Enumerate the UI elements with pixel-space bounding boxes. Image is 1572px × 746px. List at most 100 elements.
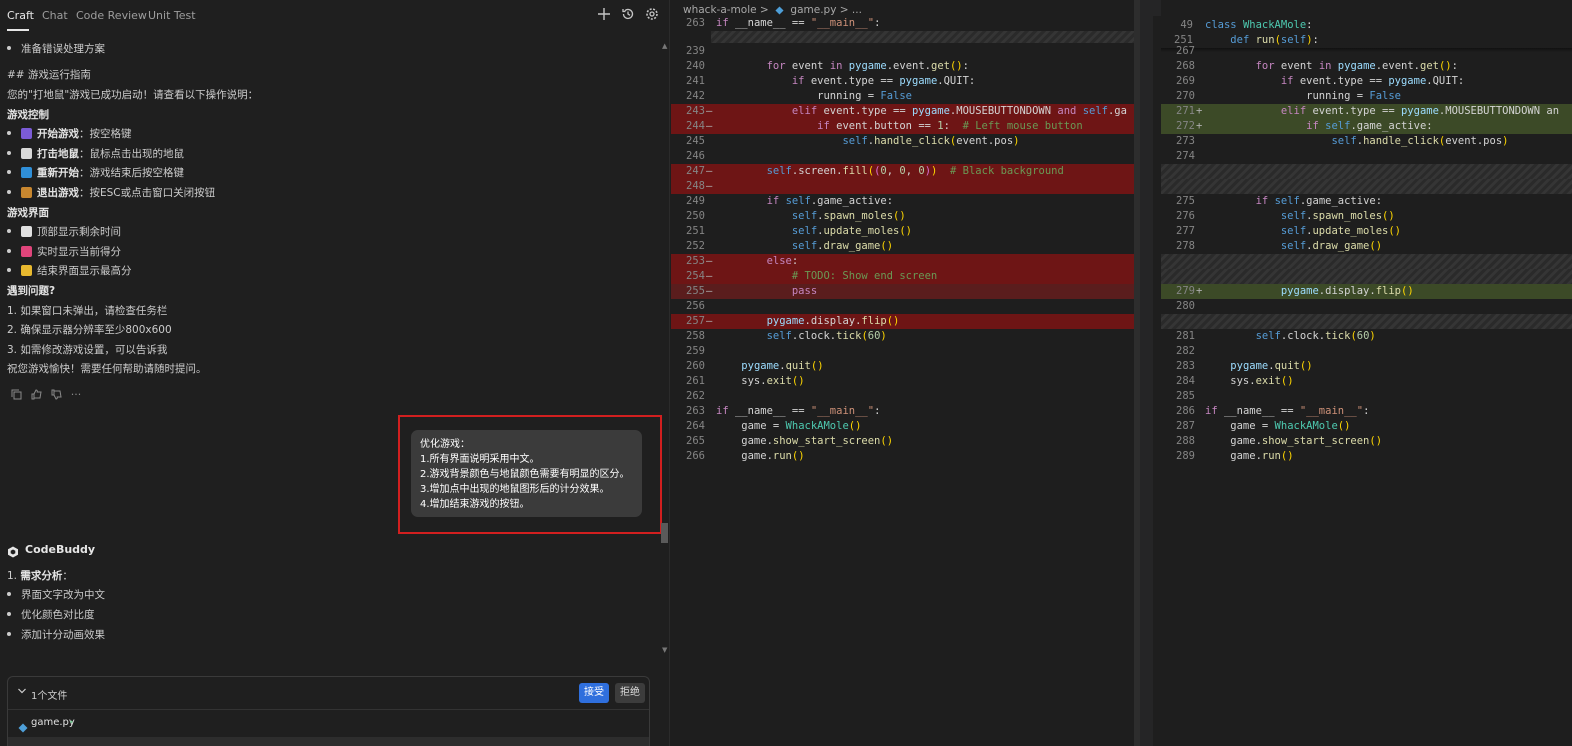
code-line[interactable]: 283 pygame.quit() (1161, 359, 1572, 374)
code-line[interactable]: 284 sys.exit() (1161, 374, 1572, 389)
code-line[interactable]: 259 (671, 344, 1134, 359)
code-line[interactable]: 251 self.update_moles() (671, 224, 1134, 239)
user-message-line: 4.增加结束游戏的按钮。 (420, 499, 530, 510)
diff-spacer[interactable] (1161, 254, 1572, 269)
tab-craft[interactable]: Craft (7, 9, 34, 22)
diff-spacer[interactable] (1161, 314, 1572, 329)
code-line[interactable]: 280 (1161, 299, 1572, 314)
thumbs-down-icon[interactable] (50, 389, 62, 401)
breadcrumb-folder[interactable]: whack-a-mole (683, 4, 757, 16)
bullet-dot (7, 632, 11, 636)
code-line[interactable]: 272 + if self.game_active: (1161, 119, 1572, 134)
code-line[interactable]: 278 self.draw_game() (1161, 239, 1572, 254)
breadcrumb-tail[interactable]: > ... (840, 4, 862, 16)
code-text: self.screen.fill((0, 0, 0)) # Black back… (766, 165, 1064, 177)
line-number: 243 (686, 105, 705, 117)
history-icon[interactable] (620, 7, 636, 23)
copy-icon[interactable] (10, 389, 22, 401)
code-line[interactable]: 268 for event in pygame.event.get(): (1161, 59, 1572, 74)
list-item-text: 界面文字改为中文 (21, 589, 105, 601)
diff-editor-modified[interactable]: 49 class WhackAMole: 251 def run(self): 267… (1161, 0, 1572, 746)
scroll-up-arrow[interactable]: ▲ (662, 42, 668, 50)
tab-unit-test[interactable]: Unit Test (148, 9, 196, 22)
code-line[interactable]: 265 game.show_start_screen() (671, 434, 1134, 449)
code-line[interactable]: 266 game.run() (671, 449, 1134, 464)
code-line[interactable]: 279 + pygame.display.flip() (1161, 284, 1572, 299)
diff-spacer[interactable] (1161, 179, 1572, 194)
diff-spacer[interactable] (1161, 269, 1572, 284)
code-line[interactable]: 286 if __name__ == "__main__": (1161, 404, 1572, 419)
code-line[interactable]: 263 if __name__ == "__main__": (671, 404, 1134, 419)
code-line[interactable]: 274 (1161, 149, 1572, 164)
code-line[interactable]: 246 (671, 149, 1134, 164)
bullet-dot (7, 249, 11, 253)
code-line[interactable]: 255— pass (671, 284, 1134, 299)
code-line[interactable]: 275 if self.game_active: (1161, 194, 1572, 209)
breadcrumb-file[interactable]: game.py (790, 4, 836, 16)
code-line[interactable]: 243— elif event.type == pygame.MOUSEBUTT… (671, 104, 1134, 119)
files-panel-header[interactable]: 1个文件 接受 拒绝 (8, 677, 649, 710)
code-line[interactable]: 269 if event.type == pygame.QUIT: (1161, 74, 1572, 89)
more-icon[interactable]: ··· (70, 389, 82, 401)
sticky-scroll-line[interactable]: 49 class WhackAMole: (1161, 18, 1572, 33)
code-line[interactable]: 253— else: (671, 254, 1134, 269)
diff-editor-original[interactable]: whack-a-mole > game.py > ... 263 if __nam… (671, 0, 1134, 746)
code-line[interactable]: 242 running = False (671, 89, 1134, 104)
code-line[interactable]: 247— self.screen.fill((0, 0, 0)) # Black… (671, 164, 1134, 179)
settings-icon[interactable] (644, 7, 660, 23)
code-line[interactable]: 276 self.spawn_moles() (1161, 209, 1572, 224)
code-line[interactable]: 244— if event.button == 1: # Left mouse … (671, 119, 1134, 134)
list-item-text: ：按ESC或点击窗口关闭按钮 (79, 187, 216, 199)
accept-button[interactable]: 接受 (579, 683, 609, 703)
changed-files-panel: 1个文件 接受 拒绝 game.py • (7, 676, 650, 746)
code-line[interactable]: 252 self.draw_game() (671, 239, 1134, 254)
reject-button[interactable]: 拒绝 (615, 683, 645, 703)
code-line[interactable]: 287 game = WhackAMole() (1161, 419, 1572, 434)
chevron-down-icon[interactable] (17, 686, 27, 699)
code-line[interactable]: 258 self.clock.tick(60) (671, 329, 1134, 344)
code-line[interactable]: 281 self.clock.tick(60) (1161, 329, 1572, 344)
files-count: 1个文件 (31, 691, 68, 702)
bullet-dot (7, 612, 11, 616)
reply-heading-suffix: ： (62, 570, 73, 582)
code-line[interactable]: 257— pygame.display.flip() (671, 314, 1134, 329)
code-line[interactable]: 262 (671, 389, 1134, 404)
chat-scrollbar-thumb[interactable] (661, 523, 668, 543)
code-line[interactable]: 239 (671, 44, 1134, 59)
diff-splitter[interactable] (1134, 0, 1161, 746)
plus-icon[interactable] (596, 7, 612, 23)
code-line[interactable]: 289 game.run() (1161, 449, 1572, 464)
message-text: 祝您游戏愉快！需要任何帮助请随时提问。 (7, 363, 207, 375)
code-text: self.handle_click(event.pos) (1331, 135, 1509, 147)
code-line[interactable]: 260 pygame.quit() (671, 359, 1134, 374)
code-line[interactable]: 282 (1161, 344, 1572, 359)
code-line[interactable]: 264 game = WhackAMole() (671, 419, 1134, 434)
code-line[interactable]: 261 sys.exit() (671, 374, 1134, 389)
code-line[interactable]: 273 self.handle_click(event.pos) (1161, 134, 1572, 149)
line-number: 247 (686, 165, 705, 177)
code-line[interactable]: 267 (1161, 44, 1572, 59)
code-line[interactable]: 256 (671, 299, 1134, 314)
scroll-down-arrow[interactable]: ▼ (662, 646, 668, 654)
code-line[interactable]: 241 if event.type == pygame.QUIT: (671, 74, 1134, 89)
code-line[interactable]: 245 self.handle_click(event.pos) (671, 134, 1134, 149)
code-line[interactable]: 288 game.show_start_screen() (1161, 434, 1572, 449)
tab-chat[interactable]: Chat (42, 9, 68, 22)
code-line[interactable]: 240 for event in pygame.event.get(): (671, 59, 1134, 74)
diff-spacer[interactable] (1161, 164, 1572, 179)
file-diff-preview (8, 737, 649, 746)
code-line[interactable]: 248— (671, 179, 1134, 194)
code-line[interactable]: 270 running = False (1161, 89, 1572, 104)
code-line[interactable]: 277 self.update_moles() (1161, 224, 1572, 239)
line-number: 248 (686, 180, 705, 192)
sticky-scroll-line[interactable]: 263 if __name__ == "__main__": (671, 16, 1134, 31)
code-line[interactable]: 285 (1161, 389, 1572, 404)
code-line[interactable]: 271 + elif event.type == pygame.MOUSEBUTT… (1161, 104, 1572, 119)
diff-marker: — (706, 315, 713, 327)
tab-code-review[interactable]: Code Review (76, 9, 147, 22)
code-line[interactable]: 250 self.spawn_moles() (671, 209, 1134, 224)
code-line[interactable]: 249 if self.game_active: (671, 194, 1134, 209)
thumbs-up-icon[interactable] (30, 389, 42, 401)
list-item-text: ：鼠标点击出现的地鼠 (79, 148, 184, 160)
code-line[interactable]: 254— # TODO: Show end screen (671, 269, 1134, 284)
